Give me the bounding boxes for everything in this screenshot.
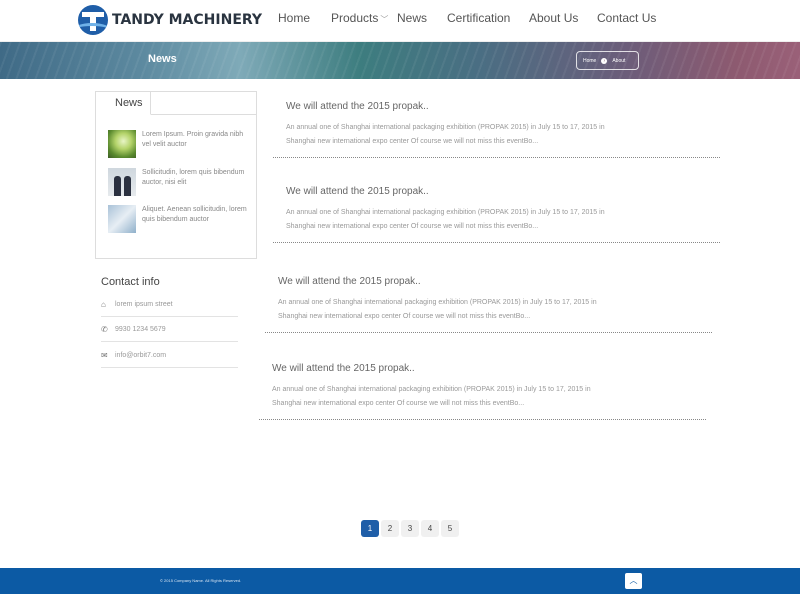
contact-email-link[interactable]: info@orbit7.com [115, 352, 166, 359]
sidebar-tab-news[interactable]: News [96, 92, 151, 115]
business-people-image [108, 168, 136, 196]
copyright-text: © 2015 Company Name. All Rights Reserved… [160, 578, 242, 583]
nav-item-certification[interactable]: Certification [447, 11, 510, 25]
article-divider [273, 157, 720, 158]
envelope-icon: ✉ [101, 350, 108, 360]
article-excerpt-line: Shanghai new international expo center O… [278, 313, 531, 320]
news-article: We will attend the 2015 propak.. An annu… [273, 186, 734, 243]
lightbulb-image [108, 130, 136, 158]
pagination: 1 2 3 4 5 [361, 520, 459, 537]
nav-item-products-label: Products [331, 11, 379, 25]
contact-address-text: lorem ipsum street [115, 301, 173, 308]
chevron-down-icon: ﹀ [380, 15, 389, 24]
news-article: We will attend the 2015 propak.. An annu… [259, 363, 720, 420]
article-excerpt-line: Shanghai new international expo center O… [272, 400, 525, 407]
logo[interactable]: TANDY MACHINERY [78, 3, 262, 37]
sidebar-news-text: Lorem Ipsum. Proin gravida nibh vel veli… [142, 131, 244, 148]
news-article: We will attend the 2015 propak.. An annu… [273, 101, 734, 158]
article-excerpt-line: An annual one of Shanghai international … [272, 386, 591, 393]
article-excerpt-line: Shanghai new international expo center O… [286, 138, 539, 145]
article-divider [265, 332, 712, 333]
page-title: News [148, 53, 177, 65]
page-banner: News Home › About [0, 42, 800, 79]
article-excerpt-line: An annual one of Shanghai international … [278, 299, 597, 306]
article-divider [259, 419, 706, 420]
building-image [108, 205, 136, 233]
contact-phone: ✆ 9930 1234 5679 [101, 318, 238, 342]
sidebar-news-item[interactable]: Sollicitudin, lorem quis bibendum auctor… [108, 168, 253, 196]
site-footer: © 2015 Company Name. All Rights Reserved… [0, 568, 800, 594]
phone-icon: ✆ [101, 324, 108, 334]
arrow-right-icon: › [601, 57, 608, 64]
page-button-4[interactable]: 4 [421, 520, 439, 537]
contact-email: ✉ info@orbit7.com [101, 344, 238, 368]
article-title[interactable]: We will attend the 2015 propak.. [286, 186, 734, 197]
article-title[interactable]: We will attend the 2015 propak.. [286, 101, 734, 112]
nav-item-contact-us[interactable]: Contact Us [597, 11, 656, 25]
nav-item-news[interactable]: News [397, 11, 427, 25]
nav-item-about-us[interactable]: About Us [529, 11, 578, 25]
breadcrumb-home[interactable]: Home [583, 58, 596, 64]
sidebar-news-item[interactable]: Lorem Ipsum. Proin gravida nibh vel veli… [108, 130, 253, 158]
article-excerpt-line: An annual one of Shanghai international … [286, 124, 605, 131]
sidebar-tab-label: News [115, 97, 143, 109]
article-divider [273, 242, 720, 243]
sidebar-news-text: Aliquet. Aenean sollicitudin, lorem quis… [142, 206, 247, 223]
breadcrumb: Home › About [576, 51, 639, 70]
page-button-5[interactable]: 5 [441, 520, 459, 537]
breadcrumb-current: About [612, 57, 626, 64]
site-header: TANDY MACHINERY Home Products ﹀ News Cert… [0, 0, 800, 42]
sidebar-news-item[interactable]: Aliquet. Aenean sollicitudin, lorem quis… [108, 205, 253, 233]
article-excerpt-line: An annual one of Shanghai international … [286, 209, 605, 216]
contact-title: Contact info [101, 276, 160, 288]
page-button-3[interactable]: 3 [401, 520, 419, 537]
contact-address: ⌂ lorem ipsum street [101, 293, 238, 317]
news-article: We will attend the 2015 propak.. An annu… [265, 276, 726, 333]
sidebar-news-text: Sollicitudin, lorem quis bibendum auctor… [142, 169, 245, 186]
brand-name: TANDY MACHINERY [112, 12, 263, 28]
article-excerpt-line: Shanghai new international expo center O… [286, 223, 539, 230]
page-button-2[interactable]: 2 [381, 520, 399, 537]
nav-item-home[interactable]: Home [278, 11, 310, 25]
page-button-1[interactable]: 1 [361, 520, 379, 537]
sidebar-news-box: News Lorem Ipsum. Proin gravida nibh vel… [95, 91, 257, 259]
home-icon: ⌂ [101, 299, 106, 309]
article-title[interactable]: We will attend the 2015 propak.. [272, 363, 720, 374]
nav-item-products[interactable]: Products ﹀ [331, 11, 388, 25]
article-title[interactable]: We will attend the 2015 propak.. [278, 276, 726, 287]
arrow-up-icon[interactable]: ︿ [625, 573, 642, 589]
logo-mark-icon [78, 5, 108, 35]
contact-phone-text: 9930 1234 5679 [115, 326, 166, 333]
